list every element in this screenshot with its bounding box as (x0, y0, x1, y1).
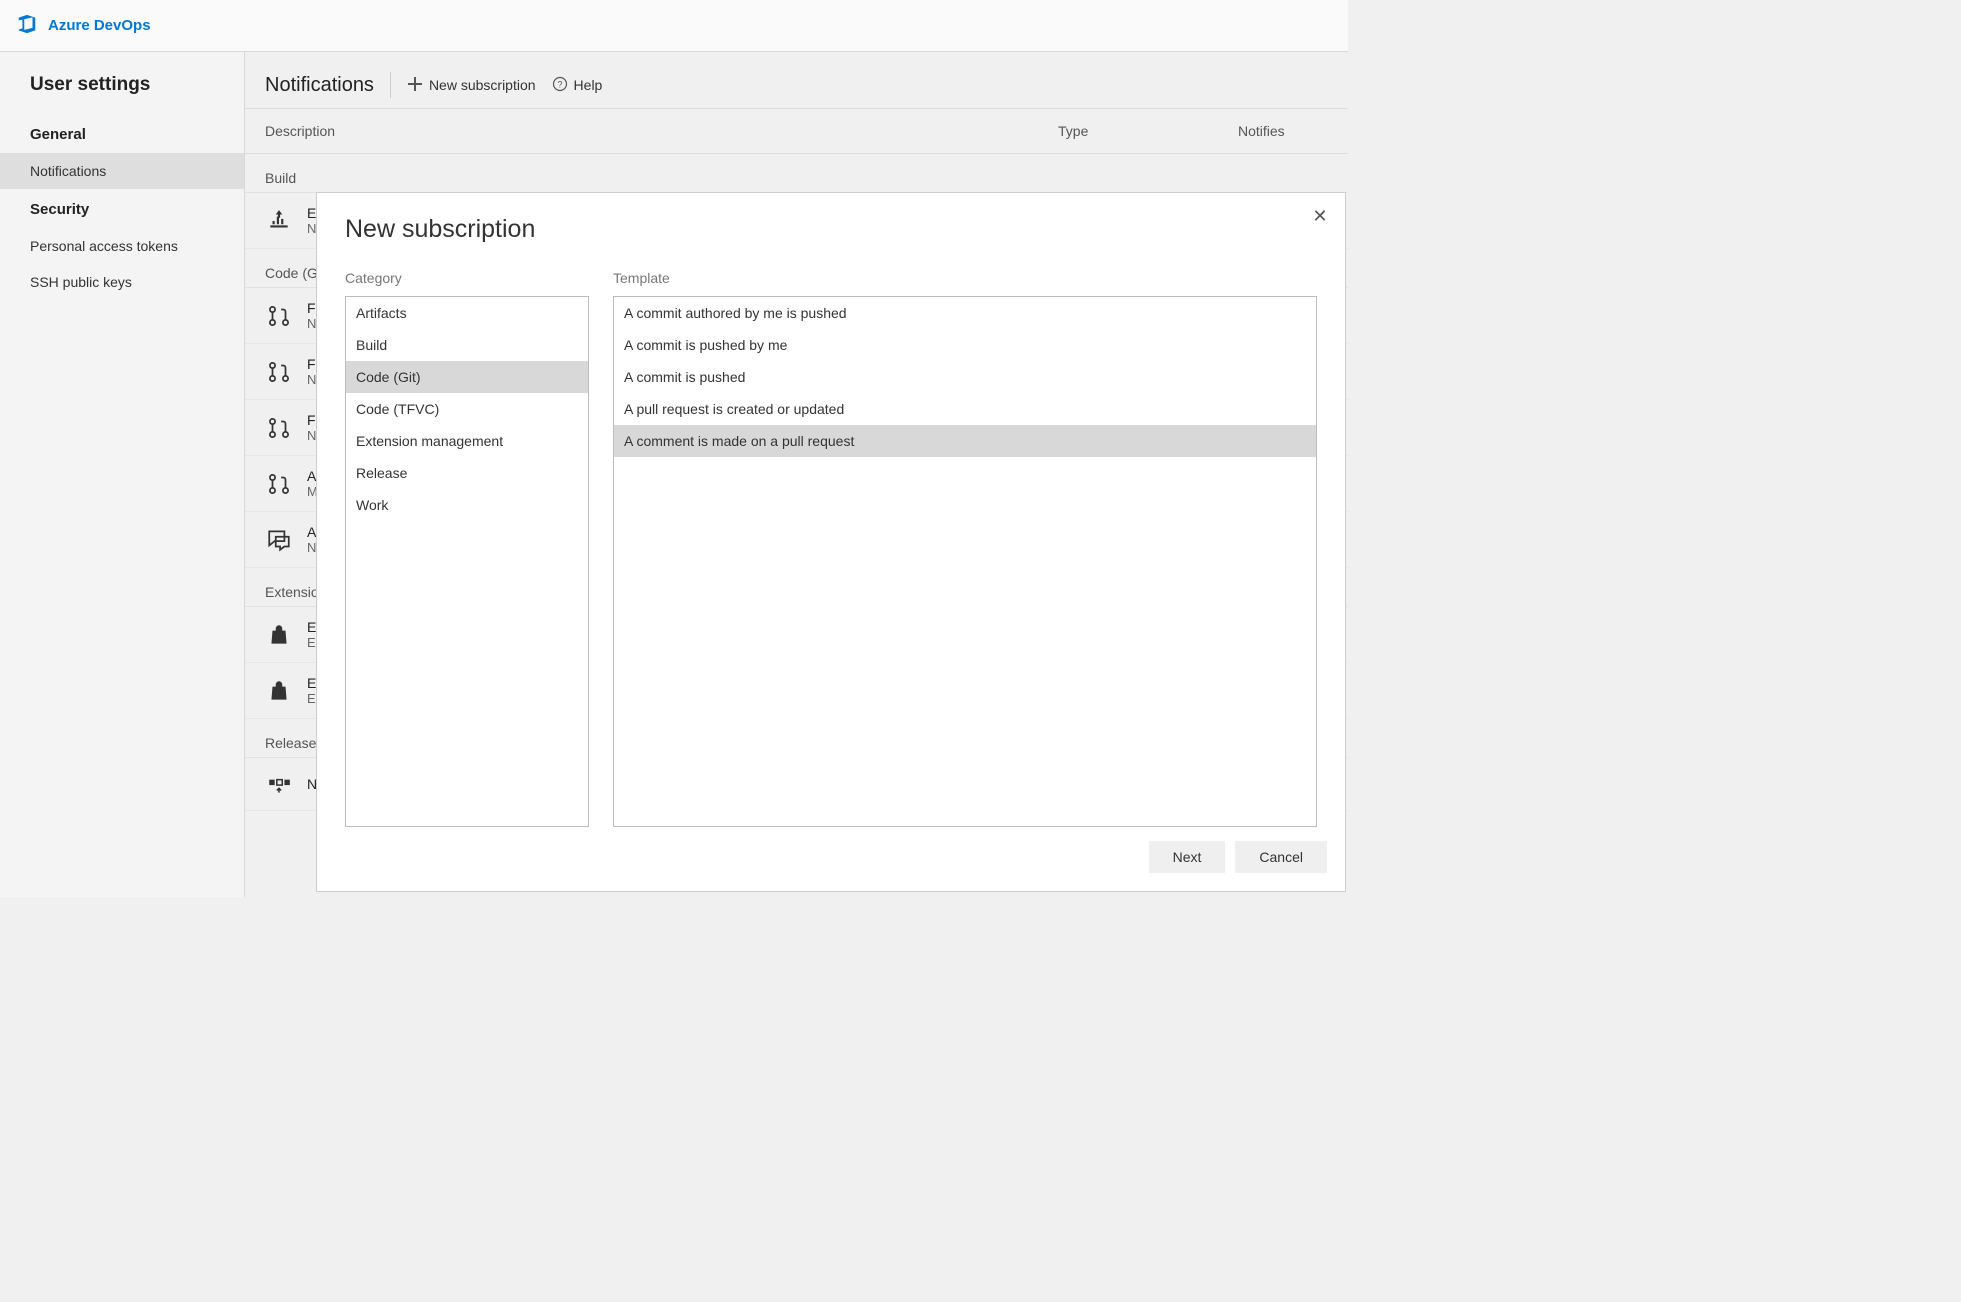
new-subscription-label: New subscription (429, 77, 536, 93)
section-label: Build (245, 154, 1348, 193)
row-text: FN (307, 356, 316, 387)
category-item[interactable]: Build (346, 329, 588, 361)
category-item[interactable]: Code (Git) (346, 361, 588, 393)
sidebar: User settings GeneralNotificationsSecuri… (0, 52, 245, 897)
page-header: Notifications New subscription ? Help (245, 52, 1348, 108)
col-description: Description (265, 123, 1058, 139)
sidebar-item-personal-access-tokens[interactable]: Personal access tokens (0, 228, 244, 264)
build-icon (265, 207, 293, 235)
modal-title: New subscription (317, 193, 1345, 244)
close-icon: ✕ (1312, 206, 1327, 227)
brand-link[interactable]: Azure DevOps (16, 13, 151, 39)
col-notifies: Notifies (1238, 123, 1328, 139)
release-icon (265, 770, 293, 798)
bag-icon (265, 677, 293, 705)
category-item[interactable]: Release (346, 457, 588, 489)
chat-icon (265, 526, 293, 554)
new-subscription-button[interactable]: New subscription (407, 76, 536, 95)
row-text: FN (307, 300, 316, 331)
pr-icon (265, 470, 293, 498)
category-label: Category (345, 270, 589, 286)
category-listbox[interactable]: ArtifactsBuildCode (Git)Code (TFVC)Exten… (345, 296, 589, 827)
row-text: EN (307, 205, 316, 236)
sidebar-heading: General (0, 114, 244, 153)
template-column: Template A commit authored by me is push… (613, 270, 1317, 827)
cancel-button[interactable]: Cancel (1235, 841, 1327, 873)
pr-icon (265, 414, 293, 442)
azure-devops-icon (16, 13, 38, 39)
pr-icon (265, 302, 293, 330)
table-header: Description Type Notifies (245, 108, 1348, 154)
svg-text:?: ? (557, 79, 562, 89)
help-icon: ? (552, 76, 568, 95)
category-item[interactable]: Extension management (346, 425, 588, 457)
row-text: EE (307, 675, 316, 706)
sidebar-title: User settings (0, 74, 244, 114)
template-item[interactable]: A comment is made on a pull request (614, 425, 1316, 457)
sidebar-item-notifications[interactable]: Notifications (0, 153, 244, 189)
page-title: Notifications (265, 74, 374, 97)
help-button[interactable]: ? Help (552, 76, 603, 95)
row-text: FN (307, 412, 316, 443)
modal-body: Category ArtifactsBuildCode (Git)Code (T… (317, 244, 1345, 827)
next-button[interactable]: Next (1149, 841, 1226, 873)
template-item[interactable]: A pull request is created or updated (614, 393, 1316, 425)
pr-icon (265, 358, 293, 386)
col-type: Type (1058, 123, 1238, 139)
row-text: AN (307, 524, 316, 555)
new-subscription-modal: ✕ New subscription Category ArtifactsBui… (316, 192, 1346, 892)
category-item[interactable]: Artifacts (346, 297, 588, 329)
separator (390, 72, 391, 98)
category-item[interactable]: Code (TFVC) (346, 393, 588, 425)
bag-icon (265, 621, 293, 649)
help-label: Help (574, 77, 603, 93)
template-listbox[interactable]: A commit authored by me is pushedA commi… (613, 296, 1317, 827)
plus-icon (407, 76, 423, 95)
brand-text: Azure DevOps (48, 17, 151, 34)
sidebar-heading: Security (0, 189, 244, 228)
modal-footer: Next Cancel (317, 827, 1345, 891)
category-column: Category ArtifactsBuildCode (Git)Code (T… (345, 270, 589, 827)
category-item[interactable]: Work (346, 489, 588, 521)
template-label: Template (613, 270, 1317, 286)
top-header: Azure DevOps (0, 0, 1348, 52)
row-text: EE (307, 619, 316, 650)
template-item[interactable]: A commit is pushed by me (614, 329, 1316, 361)
template-item[interactable]: A commit is pushed (614, 361, 1316, 393)
close-button[interactable]: ✕ (1307, 203, 1333, 229)
sidebar-item-ssh-public-keys[interactable]: SSH public keys (0, 264, 244, 300)
template-item[interactable]: A commit authored by me is pushed (614, 297, 1316, 329)
